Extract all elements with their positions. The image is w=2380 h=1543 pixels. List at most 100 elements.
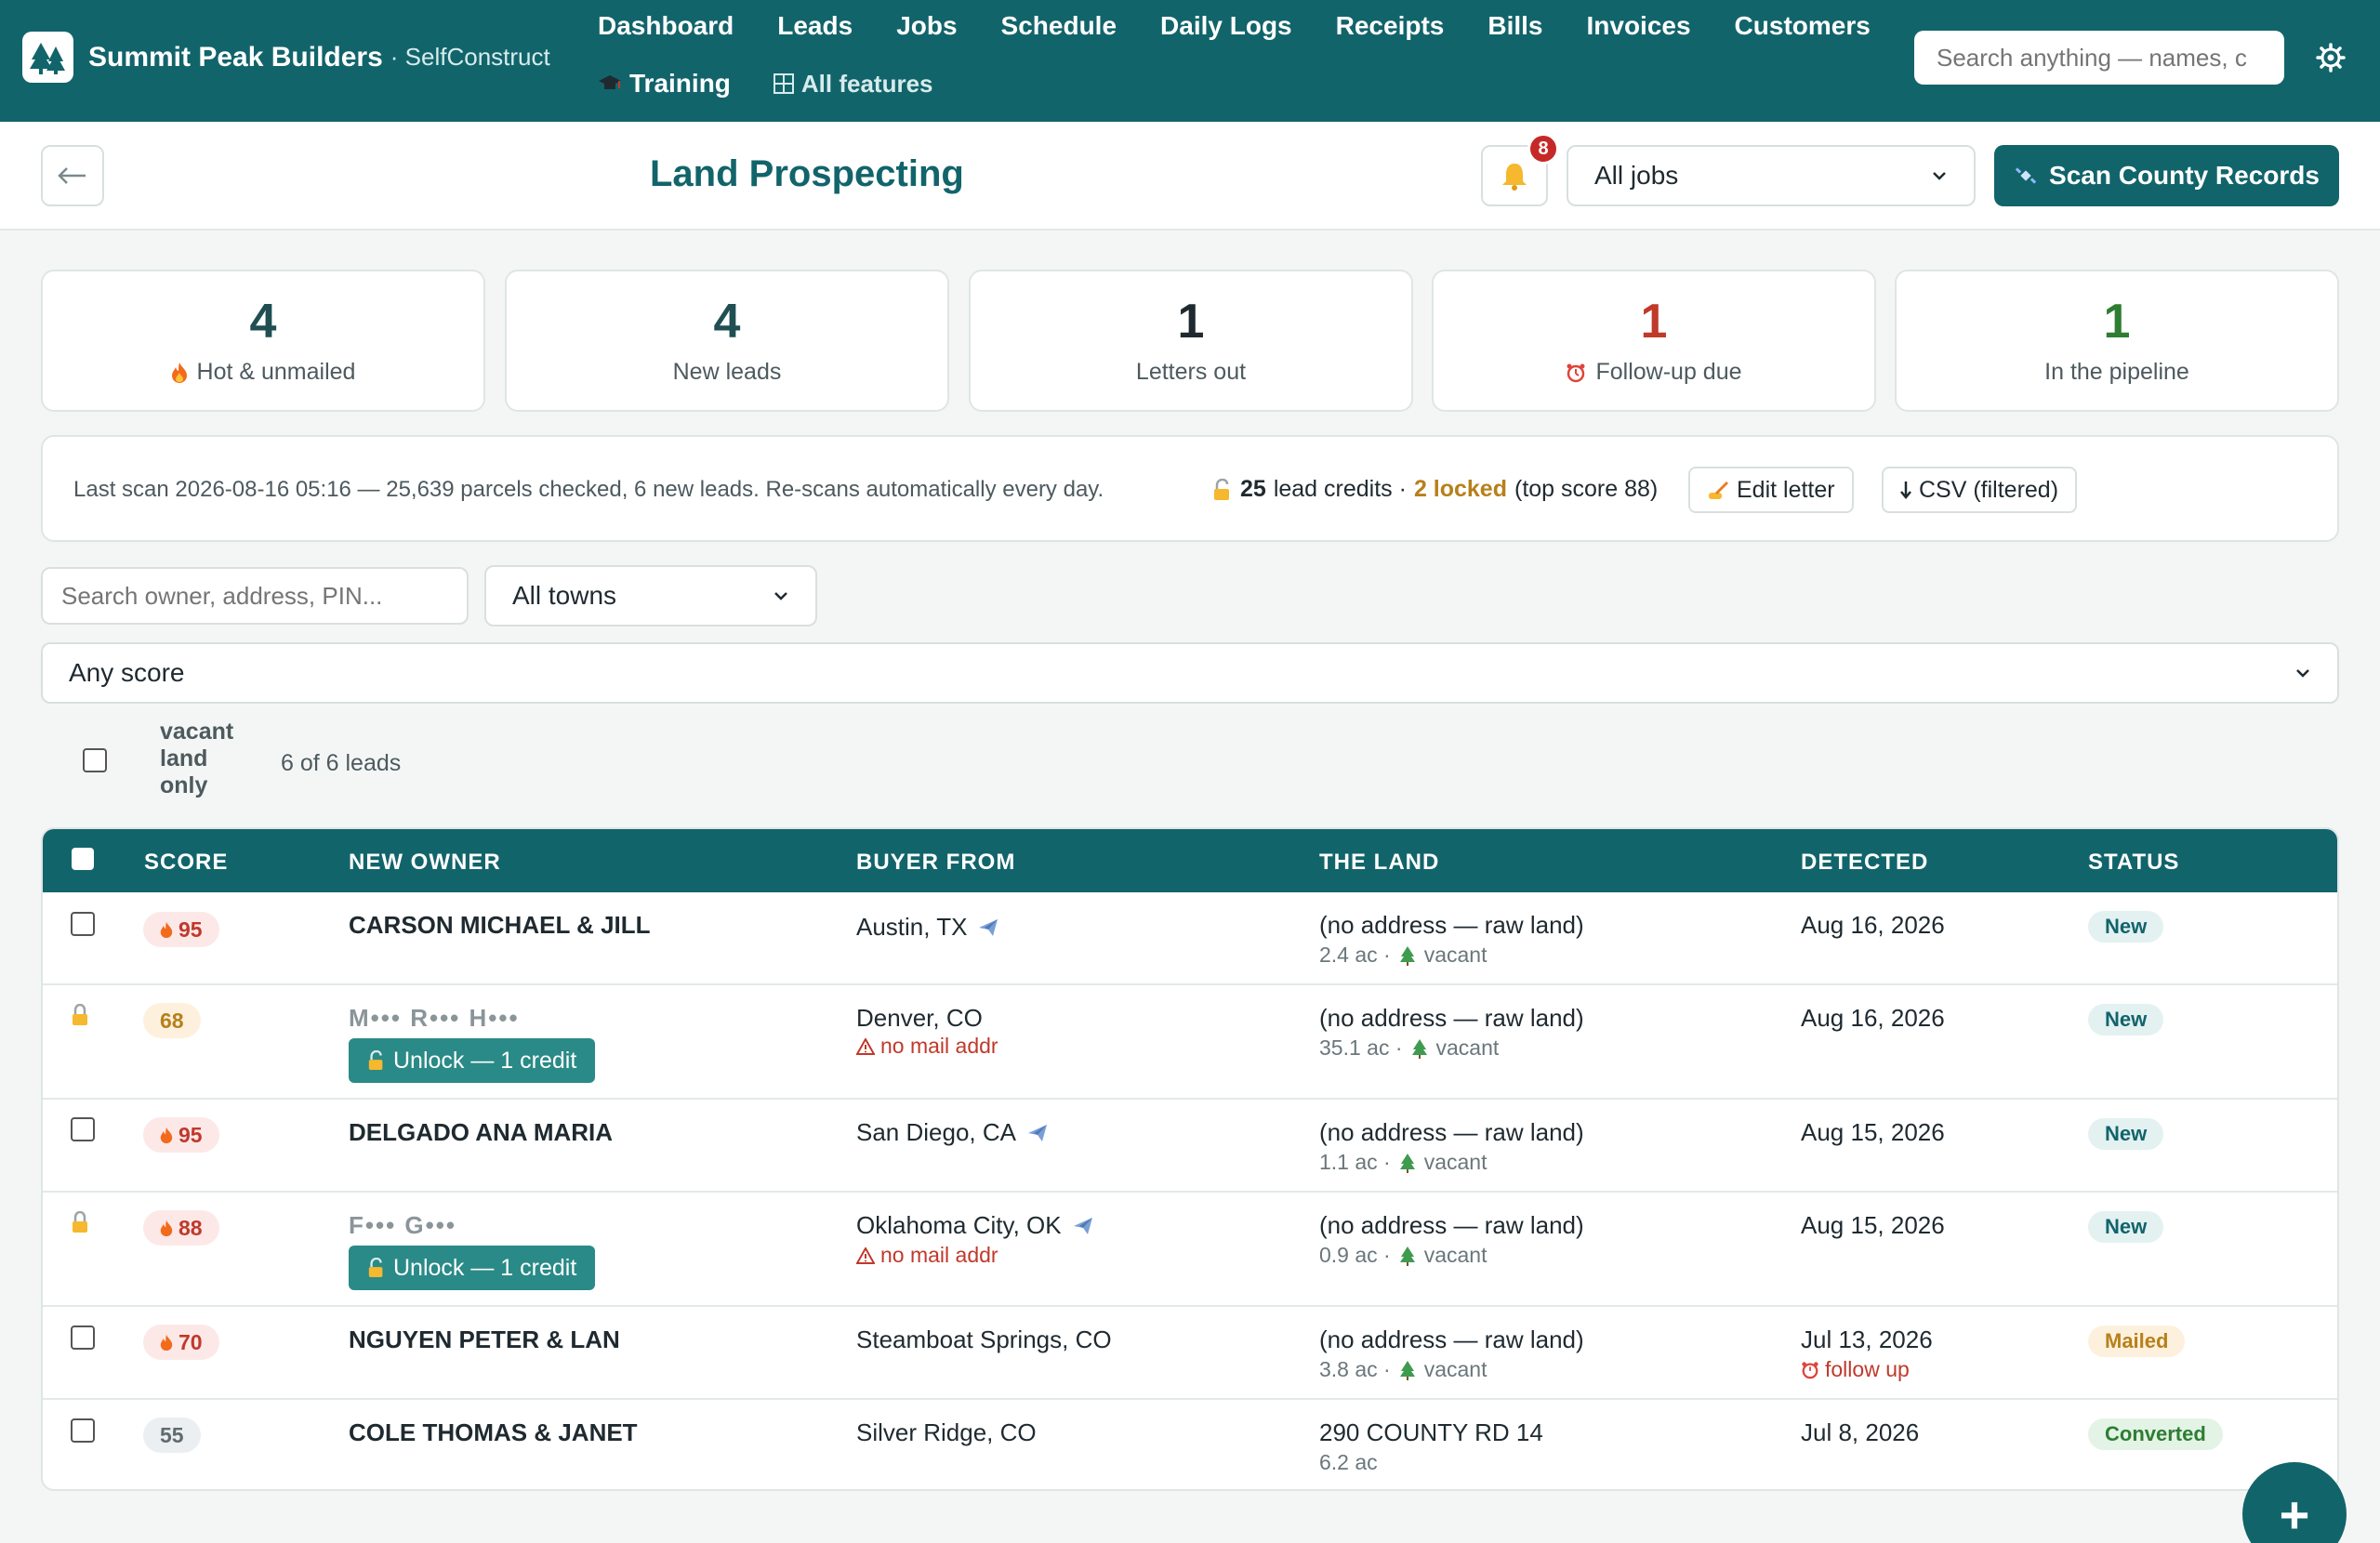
writing-hand-icon <box>1709 481 1729 499</box>
stat-card-letters-out[interactable]: 1 Letters out <box>969 270 1413 412</box>
land-address: 290 COUNTY RD 14 <box>1319 1418 1543 1446</box>
scan-button-label: Scan County Records <box>2049 161 2320 190</box>
stat-card-follow-up-due[interactable]: 1 Follow-up due <box>1432 270 1876 412</box>
airplane-icon <box>1073 1217 1092 1234</box>
stat-card-new-leads[interactable]: 4 New leads <box>505 270 949 412</box>
buyer-location: Steamboat Springs, CO <box>856 1325 1112 1353</box>
job-filter-value: All jobs <box>1594 161 1679 190</box>
town-filter-select[interactable]: All towns <box>484 565 817 626</box>
row-checkbox[interactable] <box>71 1117 95 1141</box>
buyer-from: Austin, TX <box>856 913 1000 942</box>
nav-customers[interactable]: Customers <box>1735 11 1871 41</box>
nav-schedule[interactable]: Schedule <box>1001 11 1117 41</box>
buyer-location: San Diego, CA <box>856 1118 1016 1146</box>
header-buyer-from[interactable]: BUYER FROM <box>856 850 1015 876</box>
unlock-button[interactable]: Unlock — 1 credit <box>349 1246 596 1290</box>
tree-logo-icon <box>22 32 73 83</box>
land-acres: 6.2 ac <box>1319 1450 1378 1474</box>
score-filter-select[interactable]: Any score <box>41 642 2339 704</box>
nav-training[interactable]: Training <box>598 69 731 99</box>
back-button[interactable] <box>41 145 104 206</box>
unlocked-lock-icon <box>368 1050 383 1070</box>
header-new-owner[interactable]: NEW OWNER <box>349 850 501 876</box>
score-badge: 95 <box>143 912 219 947</box>
row-checkbox[interactable] <box>71 912 95 936</box>
fire-icon <box>171 362 187 383</box>
scan-info-bar: Last scan 2026-08-16 05:16 — 25,639 parc… <box>41 435 2339 542</box>
status-badge: Mailed <box>2088 1325 2186 1357</box>
stat-card-hot-unmailed[interactable]: 4 Hot & unmailed <box>41 270 485 412</box>
fire-icon <box>160 1127 173 1143</box>
nav-bills[interactable]: Bills <box>1488 11 1542 41</box>
scan-county-records-button[interactable]: Scan County Records <box>1994 145 2339 206</box>
unlock-button[interactable]: Unlock — 1 credit <box>349 1038 596 1083</box>
score-value: 68 <box>160 1008 184 1033</box>
owner-name[interactable]: NGUYEN PETER & LAN <box>349 1325 620 1354</box>
row-checkbox[interactable] <box>71 1418 95 1443</box>
nav-invoices[interactable]: Invoices <box>1586 11 1690 41</box>
edit-letter-button[interactable]: Edit letter <box>1688 467 1854 513</box>
detected-date: Jul 8, 2026 <box>1801 1418 1920 1446</box>
status-badge: New <box>2088 1118 2164 1150</box>
land-acres: 0.9 ac · <box>1319 1243 1391 1267</box>
table-row[interactable]: 95 CARSON MICHAEL & JILL Austin, TX (no … <box>43 892 2337 985</box>
land-details: 1.1 ac · vacant <box>1319 1150 1487 1175</box>
job-filter-select[interactable]: All jobs <box>1567 145 1976 206</box>
stat-value: 1 <box>1640 295 1668 349</box>
satellite-icon <box>2015 167 2037 184</box>
score-value: 70 <box>178 1329 203 1354</box>
unlock-label: Unlock — 1 credit <box>393 1254 577 1281</box>
brand[interactable]: Summit Peak Builders · SelfConstruct <box>22 32 550 83</box>
vacant-only-checkbox[interactable] <box>83 748 107 772</box>
land-acres: 3.8 ac · <box>1319 1357 1391 1381</box>
score-badge: 95 <box>143 1117 219 1153</box>
nav-all-features[interactable]: All features <box>773 70 933 99</box>
table-row[interactable]: 95 DELGADO ANA MARIA San Diego, CA (no a… <box>43 1100 2337 1193</box>
row-checkbox[interactable] <box>71 1325 95 1350</box>
global-search-input[interactable] <box>1914 31 2284 85</box>
land-address: (no address — raw land) <box>1319 1004 1584 1032</box>
status-badge: New <box>2088 1004 2164 1035</box>
warning-icon <box>856 1246 875 1264</box>
land-acres: 35.1 ac · <box>1319 1035 1403 1060</box>
fire-icon <box>160 1334 173 1351</box>
owner-name[interactable]: CARSON MICHAEL & JILL <box>349 911 651 940</box>
owner-name[interactable]: DELGADO ANA MARIA <box>349 1118 613 1147</box>
alarm-icon <box>1567 363 1585 382</box>
table-row[interactable]: 68 M••• R••• H••• Unlock — 1 credit Denv… <box>43 985 2337 1100</box>
nav-receipts[interactable]: Receipts <box>1336 11 1445 41</box>
owner-name[interactable]: COLE THOMAS & JANET <box>349 1418 638 1447</box>
table-row[interactable]: 88 F••• G••• Unlock — 1 credit Oklahoma … <box>43 1193 2337 1307</box>
buyer-from: Denver, CO <box>856 1004 983 1033</box>
score-filter-value: Any score <box>69 658 185 687</box>
nav-leads[interactable]: Leads <box>777 11 853 41</box>
fire-icon <box>160 921 173 938</box>
land-address: (no address — raw land) <box>1319 1211 1584 1239</box>
csv-export-button[interactable]: CSV (filtered) <box>1882 467 2078 513</box>
detected-date: Jul 13, 2026 <box>1801 1325 1933 1353</box>
select-all-checkbox[interactable] <box>72 848 94 870</box>
table-row[interactable]: 70 NGUYEN PETER & LAN Steamboat Springs,… <box>43 1307 2337 1400</box>
nav-jobs[interactable]: Jobs <box>896 11 957 41</box>
header-the-land[interactable]: THE LAND <box>1319 850 1439 876</box>
land-address: (no address — raw land) <box>1319 1118 1584 1146</box>
town-filter-value: All towns <box>512 581 617 610</box>
gear-icon[interactable] <box>2314 41 2347 74</box>
notification-count-badge: 8 <box>1527 133 1559 165</box>
header-detected[interactable]: DETECTED <box>1801 850 1928 876</box>
stat-card-in-pipeline[interactable]: 1 In the pipeline <box>1895 270 2339 412</box>
nav-dashboard[interactable]: Dashboard <box>598 11 734 41</box>
stat-label: New leads <box>672 359 782 385</box>
lead-search-input[interactable] <box>41 567 469 625</box>
header-status[interactable]: STATUS <box>2088 850 2179 876</box>
unlock-label: Unlock — 1 credit <box>393 1047 577 1074</box>
header-score[interactable]: SCORE <box>144 850 228 876</box>
tree-icon <box>1399 945 1415 966</box>
table-row[interactable]: 55 COLE THOMAS & JANET Silver Ridge, CO … <box>43 1400 2337 1489</box>
credits-label: lead credits · <box>1273 476 1407 502</box>
status-badge: New <box>2088 1211 2164 1243</box>
stat-label: Follow-up due <box>1595 359 1742 385</box>
nav-daily-logs[interactable]: Daily Logs <box>1160 11 1292 41</box>
tree-icon <box>1399 1153 1415 1173</box>
buyer-location: Oklahoma City, OK <box>856 1211 1062 1239</box>
